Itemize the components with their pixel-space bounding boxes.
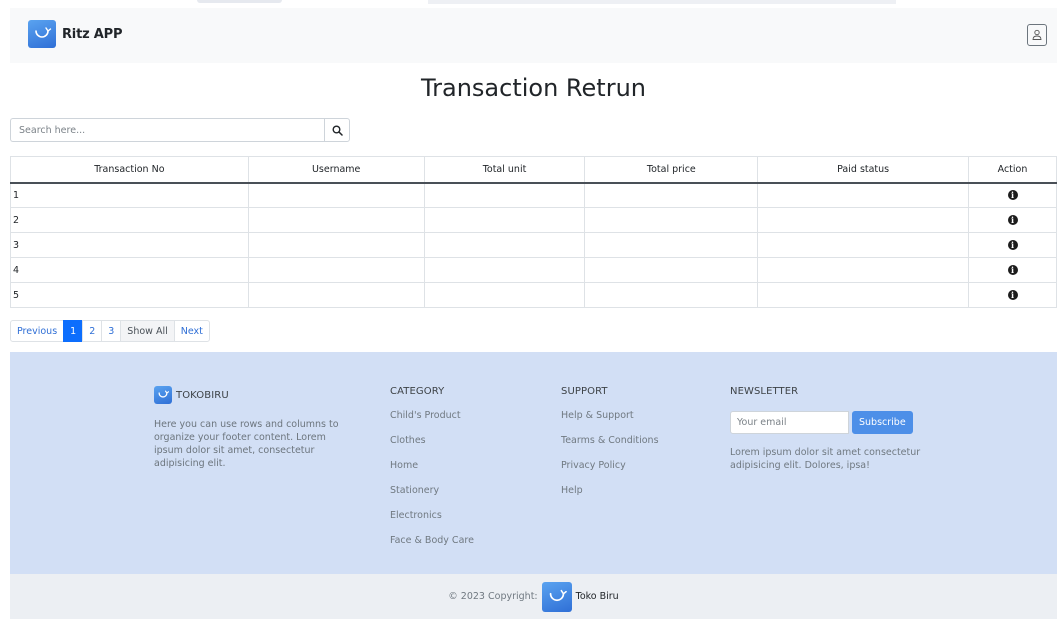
info-circle-icon[interactable]: i [1007, 239, 1018, 250]
cell-transaction-no: 1 [10, 182, 249, 208]
table-row: 3 i [10, 232, 1057, 258]
cell-total-unit [423, 207, 586, 233]
footer-link-help[interactable]: Help [561, 484, 659, 498]
cell-total-unit [423, 182, 586, 208]
cell-transaction-no: 2 [10, 207, 249, 233]
cell-total-price [584, 182, 759, 208]
cell-username [247, 207, 425, 233]
column-header-username[interactable]: Username [247, 156, 425, 184]
footer-category-column: CATEGORY Child's Product Clothes Home St… [390, 386, 474, 548]
info-circle-icon[interactable]: i [1007, 189, 1018, 200]
navbar: Ritz APP [10, 8, 1057, 63]
pagination: Previous 1 2 3 Show All Next [10, 320, 210, 342]
cell-transaction-no: 4 [10, 257, 249, 283]
pagination-show-all[interactable]: Show All [120, 320, 175, 342]
footer-newsletter-column: NEWSLETTER Subscribe Lorem ipsum dolor s… [730, 386, 930, 472]
shopping-bag-icon [154, 386, 172, 404]
cell-total-price [584, 232, 759, 258]
cell-paid-status [757, 207, 970, 233]
pagination-page-3[interactable]: 3 [101, 320, 122, 342]
cell-total-price [584, 207, 759, 233]
cell-paid-status [757, 257, 970, 283]
table-row: 5 i [10, 282, 1057, 308]
column-header-transaction-no[interactable]: Transaction No [10, 156, 249, 184]
footer-newsletter-heading: NEWSLETTER [730, 386, 799, 397]
newsletter-email-input[interactable] [730, 411, 849, 434]
cell-total-unit [423, 282, 586, 308]
copyright-bar: © 2023 Copyright: Toko Biru [10, 574, 1057, 619]
top-strip-segment [428, 0, 896, 4]
footer-category-heading: CATEGORY [390, 386, 445, 397]
footer-about: TOKOBIRU Here you can use rows and colum… [154, 386, 344, 470]
page-title: Transaction Retrun [421, 74, 646, 102]
footer-support-heading: SUPPORT [561, 386, 608, 397]
column-header-action: Action [968, 156, 1057, 184]
cell-action: i [968, 282, 1057, 308]
cell-action: i [968, 232, 1057, 258]
cell-username [247, 282, 425, 308]
table-header-row: Transaction No Username Total unit Total… [10, 156, 1057, 184]
table-row: 2 i [10, 207, 1057, 233]
browser-top-strip [0, 0, 1057, 8]
pagination-page-2[interactable]: 2 [82, 320, 103, 342]
column-header-paid-status[interactable]: Paid status [757, 156, 970, 184]
subscribe-button[interactable]: Subscribe [852, 411, 913, 434]
top-strip-segment [197, 0, 282, 3]
cell-username [247, 257, 425, 283]
cell-action: i [968, 207, 1057, 233]
shopping-bag-icon [541, 581, 572, 612]
cell-action: i [968, 257, 1057, 283]
navbar-brand[interactable]: Ritz APP [28, 20, 122, 48]
search-button[interactable] [324, 118, 350, 142]
footer-brand-name: TOKOBIRU [176, 389, 229, 401]
cell-action: i [968, 182, 1057, 208]
pagination-previous[interactable]: Previous [10, 320, 65, 342]
cell-total-unit [423, 232, 586, 258]
footer-about-text: Here you can use rows and columns to org… [154, 419, 339, 469]
table-row: 1 i [10, 182, 1057, 208]
footer-link-terms[interactable]: Tearms & Conditions [561, 434, 659, 448]
pagination-page-1[interactable]: 1 [63, 320, 84, 342]
cell-paid-status [757, 232, 970, 258]
footer-link-electronics[interactable]: Electronics [390, 509, 474, 523]
info-circle-icon[interactable]: i [1007, 289, 1018, 300]
footer-link-privacy[interactable]: Privacy Policy [561, 459, 659, 473]
footer-link-help-support[interactable]: Help & Support [561, 409, 659, 423]
site-footer: TOKOBIRU Here you can use rows and colum… [10, 352, 1057, 574]
copyright-text: © 2023 Copyright: [448, 591, 538, 602]
search-icon [332, 125, 343, 136]
cell-username [247, 182, 425, 208]
cell-total-unit [423, 257, 586, 283]
cell-total-price [584, 257, 759, 283]
user-icon [1032, 29, 1042, 40]
table-row: 4 i [10, 257, 1057, 283]
cell-transaction-no: 3 [10, 232, 249, 258]
transaction-table: Transaction No Username Total unit Total… [10, 156, 1057, 308]
cell-transaction-no: 5 [10, 282, 249, 308]
copyright-site-link[interactable]: Toko Biru [576, 591, 619, 602]
cell-username [247, 232, 425, 258]
info-circle-icon[interactable]: i [1007, 264, 1018, 275]
search-input[interactable] [10, 118, 324, 142]
search-bar [10, 118, 350, 142]
column-header-total-price[interactable]: Total price [584, 156, 759, 184]
newsletter-form: Subscribe [730, 411, 930, 434]
newsletter-text: Lorem ipsum dolor sit amet consectetur a… [730, 447, 921, 471]
cell-total-price [584, 282, 759, 308]
pagination-next[interactable]: Next [173, 320, 210, 342]
cell-paid-status [757, 282, 970, 308]
shopping-bag-icon [28, 20, 56, 48]
user-menu-button[interactable] [1027, 24, 1047, 46]
footer-brand: TOKOBIRU [154, 386, 344, 404]
footer-support-column: SUPPORT Help & Support Tearms & Conditio… [561, 386, 659, 498]
footer-link-clothes[interactable]: Clothes [390, 434, 474, 448]
footer-link-home[interactable]: Home [390, 459, 474, 473]
app-name: Ritz APP [62, 26, 123, 42]
info-circle-icon[interactable]: i [1007, 214, 1018, 225]
footer-link-childs-product[interactable]: Child's Product [390, 409, 474, 423]
cell-paid-status [757, 182, 970, 208]
footer-link-stationery[interactable]: Stationery [390, 484, 474, 498]
footer-link-face-body-care[interactable]: Face & Body Care [390, 534, 474, 548]
column-header-total-unit[interactable]: Total unit [423, 156, 586, 184]
